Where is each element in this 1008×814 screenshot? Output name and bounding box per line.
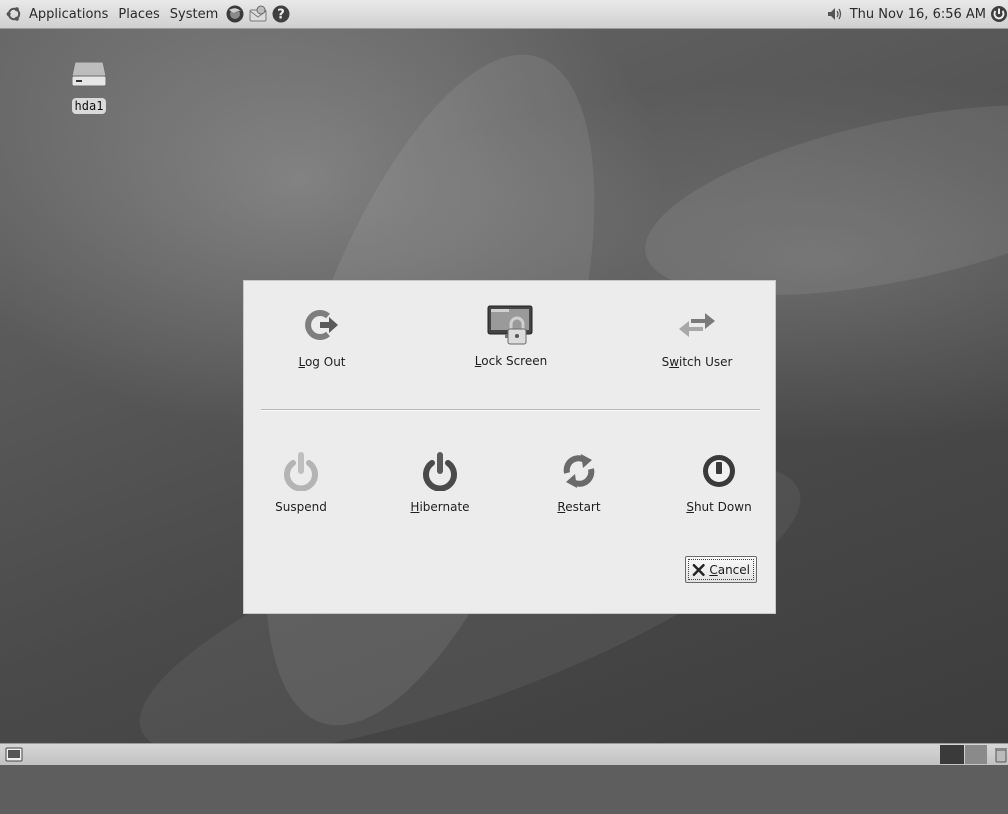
switch-user-button[interactable]: Switch User [637,305,757,369]
workspace-2[interactable] [965,745,987,764]
clock[interactable]: Thu Nov 16, 6:56 AM [846,7,990,22]
desktop-icon-label: hda1 [71,98,107,114]
suspend-icon [284,452,318,491]
web-browser-icon[interactable] [225,4,245,24]
svg-text:?: ? [277,8,285,23]
lock-screen-icon [487,305,533,345]
switch-user-icon [679,313,715,337]
show-desktop-icon[interactable] [5,747,23,762]
log-out-button[interactable]: Log Out [262,305,382,369]
system-menu[interactable]: System [165,0,223,28]
distro-logo-icon[interactable] [6,6,22,22]
restart-icon [563,454,595,488]
volume-icon[interactable] [827,7,843,21]
drive-icon [71,61,107,87]
cancel-button[interactable]: Cancel [685,556,757,583]
logout-dialog: Log Out Lock Screen Switch User Suspend [243,280,776,614]
lock-screen-button[interactable]: Lock Screen [451,305,571,368]
applications-menu[interactable]: Applications [24,0,113,28]
cancel-x-icon [692,563,705,576]
suspend-button[interactable]: Suspend [241,451,361,514]
restart-button[interactable]: Restart [519,451,639,514]
trash-icon[interactable] [994,746,1008,763]
shut-down-icon [703,455,735,487]
power-icon[interactable] [990,5,1008,23]
desktop-icon-hda1[interactable]: hda1 [66,58,112,114]
bottom-panel [0,743,1008,765]
help-icon[interactable]: ? [271,4,291,24]
log-out-icon [305,310,338,340]
email-client-icon[interactable] [248,4,268,24]
shut-down-button[interactable]: Shut Down [659,451,779,514]
hibernate-icon [423,452,457,491]
workspace-1[interactable] [940,745,964,764]
top-panel: Applications Places System ? Thu Nov 16,… [0,0,1008,29]
dialog-separator [261,409,760,411]
places-menu[interactable]: Places [113,0,164,28]
hibernate-button[interactable]: Hibernate [380,451,500,514]
